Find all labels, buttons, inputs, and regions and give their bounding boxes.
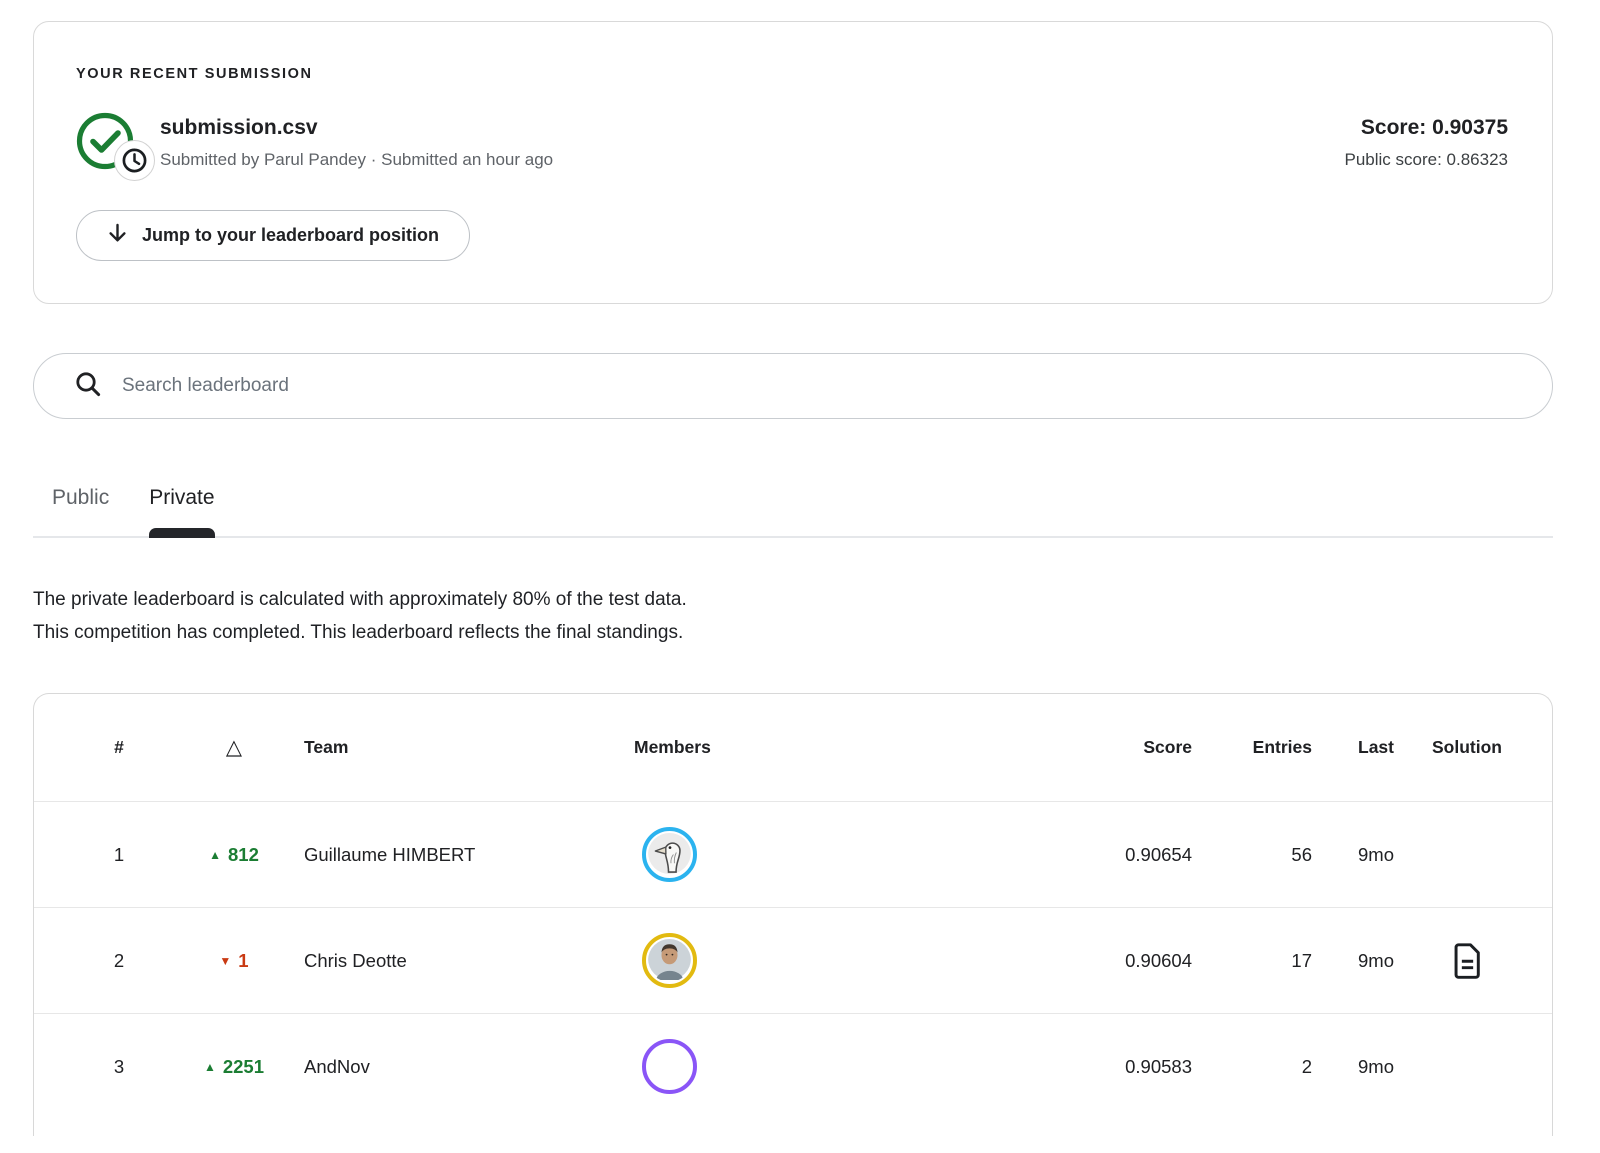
- avatar: [648, 939, 691, 982]
- entries-cell: 17: [1192, 950, 1312, 972]
- rank-cell: 1: [74, 844, 164, 866]
- last-cell: 9mo: [1312, 844, 1412, 866]
- solution-document-icon[interactable]: [1452, 943, 1483, 979]
- header-delta: △: [164, 735, 304, 760]
- tab-public-label: Public: [52, 486, 109, 509]
- score-cell: 0.90604: [1052, 950, 1192, 972]
- private-score-value: Score: 0.90375: [1345, 116, 1509, 140]
- delta-cell: ▼1: [164, 950, 304, 972]
- score-cell: 0.90583: [1052, 1056, 1192, 1078]
- submission-summary: submission.csv Submitted by Parul Pandey…: [76, 110, 1508, 170]
- avatar: [648, 833, 691, 876]
- members-cell: [634, 933, 1052, 988]
- members-cell: [634, 827, 1052, 882]
- delta-direction-icon: ▲: [204, 1060, 216, 1074]
- leaderboard-row: 1 ▲ 812 Guillaume HIMBERT: [34, 801, 1552, 907]
- delta-value: 2251: [223, 1056, 264, 1077]
- header-members: Members: [634, 737, 1052, 758]
- rank-cell: 2: [74, 950, 164, 972]
- leaderboard-page: YOUR RECENT SUBMISSION submissio: [0, 0, 1600, 1136]
- submission-meta: Submitted by Parul Pandey · Submitted an…: [160, 150, 1345, 170]
- score-cell: 0.90654: [1052, 844, 1192, 866]
- last-cell: 9mo: [1312, 1056, 1412, 1078]
- submission-titles: submission.csv Submitted by Parul Pandey…: [160, 116, 1345, 170]
- tab-public[interactable]: Public: [52, 486, 109, 536]
- delta-direction-icon: ▼: [219, 954, 231, 968]
- leaderboard-search: [33, 353, 1553, 419]
- delta-value: 812: [228, 844, 259, 865]
- recent-submission-card: YOUR RECENT SUBMISSION submissio: [33, 21, 1553, 304]
- clock-icon: [114, 140, 155, 181]
- leaderboard-row: 2 ▼1 Chris Deotte: [34, 907, 1552, 1013]
- jump-button-label: Jump to your leaderboard position: [142, 225, 439, 246]
- jump-to-position-button[interactable]: Jump to your leaderboard position: [76, 210, 470, 261]
- submission-status-icon: [76, 112, 134, 170]
- tab-private[interactable]: Private: [149, 486, 214, 536]
- header-team: Team: [304, 737, 634, 758]
- rank-cell: 3: [74, 1056, 164, 1078]
- delta-direction-icon: ▲: [209, 848, 221, 862]
- submission-scores: Score: 0.90375 Public score: 0.86323: [1345, 116, 1509, 170]
- leaderboard-note: The private leaderboard is calculated wi…: [33, 583, 1553, 649]
- note-line-2: This competition has completed. This lea…: [33, 616, 1553, 649]
- leaderboard-tabs: Public Private: [33, 486, 1553, 538]
- team-name: Chris Deotte: [304, 950, 634, 972]
- person-photo-avatar: [648, 939, 691, 982]
- submission-filename: submission.csv: [160, 116, 1345, 140]
- header-last: Last: [1312, 737, 1412, 758]
- team-name: AndNov: [304, 1056, 634, 1078]
- public-score-value: Public score: 0.86323: [1345, 150, 1509, 170]
- entries-cell: 56: [1192, 844, 1312, 866]
- entries-cell: 2: [1192, 1056, 1312, 1078]
- tab-private-label: Private: [149, 486, 214, 509]
- leaderboard-row: 3 ▲ 2251 AndNov 0.90583 2 9mo: [34, 1013, 1552, 1119]
- delta-value: 1: [238, 950, 248, 971]
- last-cell: 9mo: [1312, 950, 1412, 972]
- members-cell: [634, 1039, 1052, 1094]
- avatar-ring[interactable]: [642, 1039, 697, 1094]
- avatar: [648, 1045, 691, 1088]
- header-entries: Entries: [1192, 737, 1312, 758]
- delta-cell: ▲ 2251: [164, 1056, 304, 1078]
- goose-sketch-avatar: [648, 833, 691, 876]
- note-line-1: The private leaderboard is calculated wi…: [33, 583, 1553, 616]
- arrow-down-icon: [107, 222, 128, 249]
- search-input[interactable]: [122, 375, 1528, 397]
- avatar-ring[interactable]: [642, 827, 697, 882]
- leaderboard-header-row: # △ Team Members Score Entries Last Solu…: [34, 694, 1552, 801]
- delta-cell: ▲ 812: [164, 844, 304, 866]
- recent-submission-label: YOUR RECENT SUBMISSION: [76, 66, 1508, 82]
- delta-triangle-icon: △: [226, 736, 242, 759]
- leaderboard-table: # △ Team Members Score Entries Last Solu…: [33, 693, 1553, 1136]
- avatar-ring[interactable]: [642, 933, 697, 988]
- header-rank: #: [74, 737, 164, 758]
- header-solution: Solution: [1412, 737, 1522, 758]
- search-icon: [74, 370, 102, 403]
- header-score: Score: [1052, 737, 1192, 758]
- solution-cell: [1412, 943, 1522, 979]
- leaderboard-body: 1 ▲ 812 Guillaume HIMBERT: [34, 801, 1552, 1119]
- team-name: Guillaume HIMBERT: [304, 844, 634, 866]
